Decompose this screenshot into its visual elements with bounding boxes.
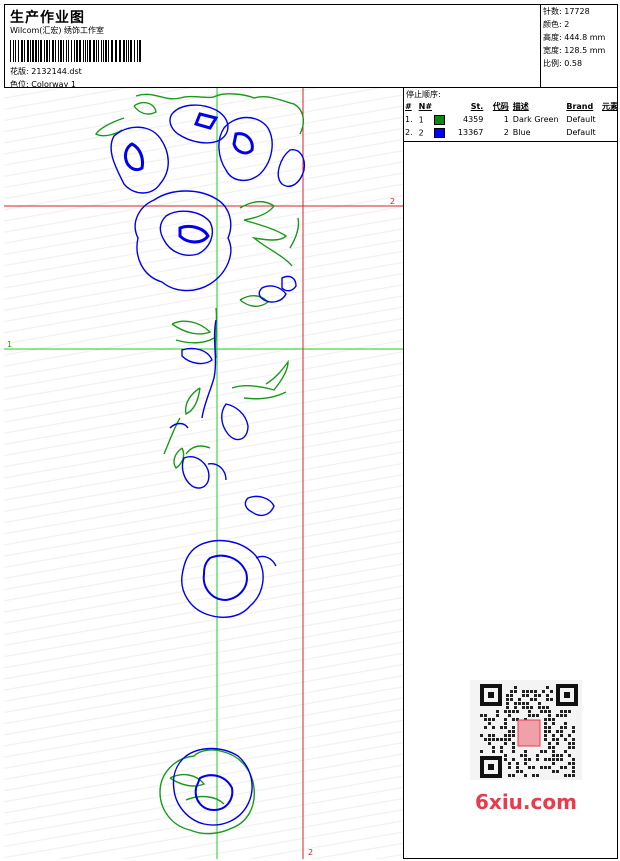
color-swatch	[433, 114, 445, 125]
row-code: 1	[503, 115, 509, 124]
row-stitches: 4359	[462, 115, 484, 124]
color-count: 颜色: 2	[543, 20, 570, 29]
embroidery-preview	[4, 88, 403, 859]
row-brand: Default	[566, 115, 596, 124]
col-stitches: St.	[470, 102, 484, 111]
row-needle: 2	[418, 128, 424, 137]
col-index: #	[405, 102, 412, 111]
marker-v2: 2	[308, 848, 314, 857]
design-value: 2132144.dst	[31, 67, 82, 76]
company-name: Wilcom(汇宏) 绣饰工作室	[10, 26, 105, 35]
table-row: 2. 2 13367 2 Blue Default	[404, 126, 618, 139]
stop-sequence-table: # N# St. 代码 描述 Brand 元素 1. 1 4359 1 Dark…	[404, 100, 618, 139]
col-description: 描述	[512, 102, 529, 111]
row-description: Dark Green	[512, 115, 559, 124]
design-width: 宽度: 128.5 mm	[543, 46, 606, 55]
table-row: 1. 1 4359 1 Dark Green Default	[404, 113, 618, 126]
color-swatch	[433, 127, 445, 138]
col-brand: Brand	[566, 102, 594, 111]
row-index: 1.	[405, 115, 413, 124]
design-label: 花版:	[10, 67, 29, 76]
stop-sequence-panel: 停止顺序: # N# St. 代码 描述 Brand 元素 1. 1 4359 …	[404, 88, 618, 142]
design-height: 高度: 444.8 mm	[543, 33, 606, 42]
design-preview-canvas: 1 2 2	[4, 88, 404, 859]
blue-thread-outlines	[110, 104, 306, 826]
design-scale: 比例: 0.58	[543, 59, 583, 68]
marker-h2: 2	[390, 197, 396, 206]
row-needle: 1	[418, 115, 424, 124]
stop-sequence-header-row: # N# St. 代码 描述 Brand 元素	[404, 100, 618, 113]
row-brand: Default	[566, 128, 596, 137]
stitch-count: 针数: 17728	[543, 7, 590, 16]
header-panel: 生产作业图 Wilcom(汇宏) 绣饰工作室 花版: 2132144.dst 色…	[4, 4, 541, 89]
design-stats: 针数: 17728 颜色: 2 高度: 444.8 mm 宽度: 128.5 m…	[541, 4, 618, 88]
design-field: 花版: 2132144.dst	[10, 66, 82, 77]
row-index: 2.	[405, 128, 413, 137]
stop-sequence-title: 停止顺序:	[406, 90, 441, 99]
watermark-logo: 6xiu.com	[475, 790, 577, 814]
row-stitches: 13367	[457, 128, 484, 137]
qr-code	[470, 680, 582, 780]
barcode	[10, 40, 141, 62]
page-title: 生产作业图	[10, 10, 85, 26]
seal-stamp	[517, 719, 541, 747]
col-code: 代码	[492, 102, 509, 111]
row-description: Blue	[512, 128, 531, 137]
row-code: 2	[503, 128, 509, 137]
col-element: 元素	[602, 102, 618, 111]
col-needle: N#	[418, 102, 433, 111]
marker-h1: 1	[7, 340, 13, 349]
green-thread-outlines	[94, 93, 305, 835]
